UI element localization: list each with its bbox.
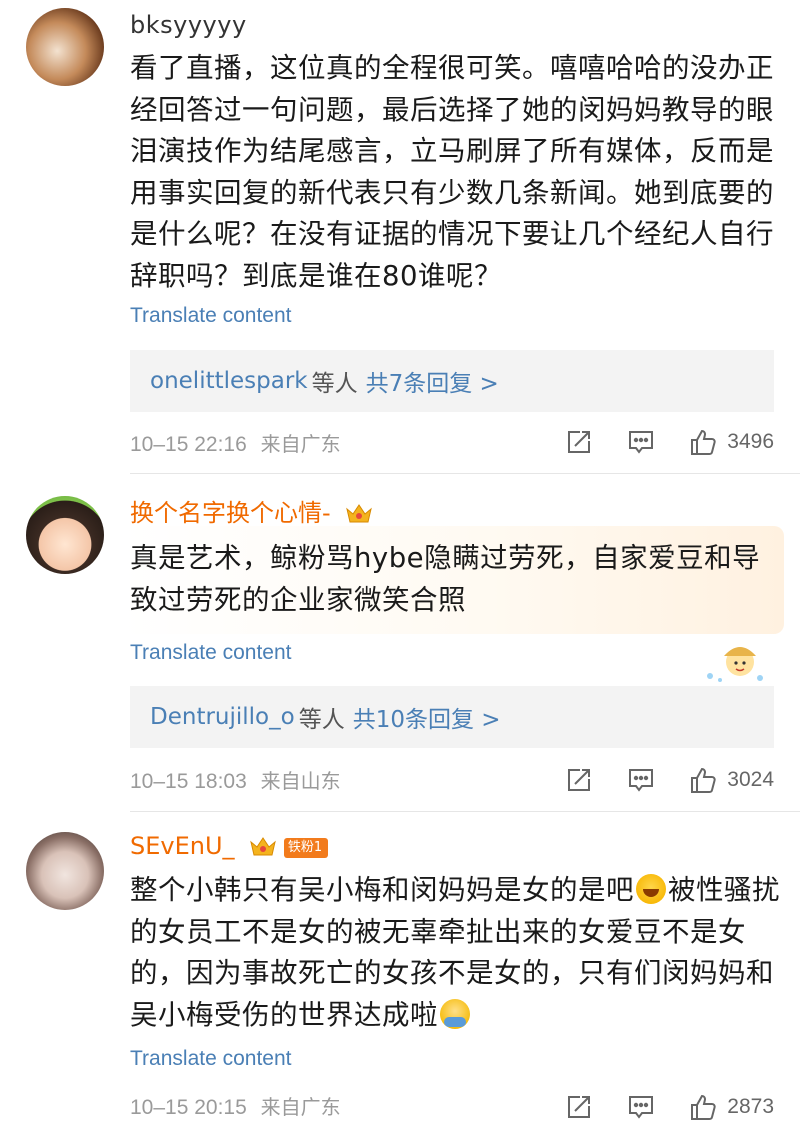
timestamp: 10–15 18:03 bbox=[130, 770, 247, 793]
username[interactable]: 换个名字换个心情- bbox=[130, 499, 331, 527]
replies-box[interactable]: Dentrujillo_o 等人 共10条回复 > bbox=[130, 686, 774, 748]
action-bar: 3496 bbox=[565, 428, 774, 456]
translate-link[interactable]: Translate content bbox=[130, 1046, 291, 1072]
comment-icon[interactable] bbox=[627, 1093, 655, 1121]
fan-level-badge: 铁粉1 bbox=[283, 838, 329, 858]
comment-item: SEvEnU_ 铁粉1 整个小韩只有吴小梅和闵妈妈是女的是吧 被性骚扰的女员工不是… bbox=[0, 812, 800, 1145]
thumbs-up-icon bbox=[691, 1094, 716, 1120]
comment-meta: 10–15 22:16 来自广东 bbox=[130, 431, 341, 458]
location: 来自山东 bbox=[260, 769, 341, 793]
comment-text: 真是艺术，鲸粉骂hybe隐瞒过劳死，自家爱豆和导致过劳死的企业家微笑合照 bbox=[130, 542, 761, 616]
translate-link[interactable]: Translate content bbox=[130, 640, 291, 666]
like-count: 3496 bbox=[727, 430, 774, 453]
comment-icon[interactable] bbox=[627, 766, 655, 794]
reply-count[interactable]: 共7条回复 > bbox=[366, 364, 499, 398]
comment-item: bksyyyyy 看了直播，这位真的全程很可笑。嘻嘻哈哈的没办正经回答过一句问题… bbox=[0, 0, 800, 474]
repost-icon[interactable] bbox=[565, 766, 593, 794]
like-button[interactable]: 3024 bbox=[689, 766, 774, 794]
username-row[interactable]: 换个名字换个心情- bbox=[130, 498, 374, 528]
like-count: 3024 bbox=[727, 768, 774, 791]
comment-text: 看了直播，这位真的全程很可笑。嘻嘻哈哈的没办正经回答过一句问题，最后选择了她的闵… bbox=[130, 52, 774, 292]
comment-icon[interactable] bbox=[627, 428, 655, 456]
crown-badge-icon bbox=[346, 504, 373, 523]
reply-etc: 等人 bbox=[298, 707, 345, 733]
timestamp: 10–15 22:16 bbox=[130, 433, 247, 456]
avatar[interactable] bbox=[26, 8, 104, 86]
comment-text: 整个小韩只有吴小梅和闵妈妈是女的是吧 被性骚扰的女员工不是女的被无辜牵扯出来的女爱… bbox=[130, 870, 780, 1036]
comment-meta: 10–15 18:03 来自山东 bbox=[130, 768, 341, 795]
reply-etc: 等人 bbox=[311, 371, 358, 397]
bubble-sticker-icon bbox=[707, 647, 763, 682]
comment-text-part: 整个小韩只有吴小梅和闵妈妈是女的是吧 bbox=[130, 874, 634, 906]
location: 来自广东 bbox=[260, 432, 341, 456]
translate-link[interactable]: Translate content bbox=[130, 303, 291, 329]
comment-item: 换个名字换个心情- 真是艺术，鲸粉骂hybe隐瞒过劳死，自家爱豆和导致过劳死的企… bbox=[0, 474, 800, 812]
like-button[interactable]: 2873 bbox=[689, 1093, 774, 1121]
repost-icon[interactable] bbox=[565, 428, 593, 456]
timestamp: 10–15 20:15 bbox=[130, 1096, 247, 1119]
avatar[interactable] bbox=[26, 832, 104, 910]
like-count: 2873 bbox=[727, 1095, 774, 1118]
replies-box[interactable]: onelittlespark 等人 共7条回复 > bbox=[130, 350, 774, 412]
reply-count[interactable]: 共10条回复 > bbox=[353, 700, 501, 734]
username[interactable]: SEvEnU_ bbox=[130, 832, 235, 860]
action-bar: 3024 bbox=[565, 766, 774, 794]
username[interactable]: bksyyyyy bbox=[130, 10, 247, 40]
crown-badge-icon bbox=[250, 837, 277, 856]
username-row[interactable]: SEvEnU_ 铁粉1 bbox=[130, 831, 329, 861]
action-bar: 2873 bbox=[565, 1093, 774, 1121]
thumbs-up-icon bbox=[691, 429, 716, 455]
reply-user[interactable]: Dentrujillo_o bbox=[150, 704, 295, 730]
like-button[interactable]: 3496 bbox=[689, 428, 774, 456]
thumbs-up-icon bbox=[691, 767, 716, 793]
avatar[interactable] bbox=[26, 496, 104, 574]
laugh-cry-emoji-icon bbox=[636, 874, 666, 904]
location: 来自广东 bbox=[260, 1095, 341, 1119]
repost-icon[interactable] bbox=[565, 1093, 593, 1121]
hug-emoji-icon bbox=[440, 998, 470, 1029]
reply-user[interactable]: onelittlespark bbox=[150, 368, 308, 394]
comment-meta: 10–15 20:15 来自广东 bbox=[130, 1094, 341, 1121]
